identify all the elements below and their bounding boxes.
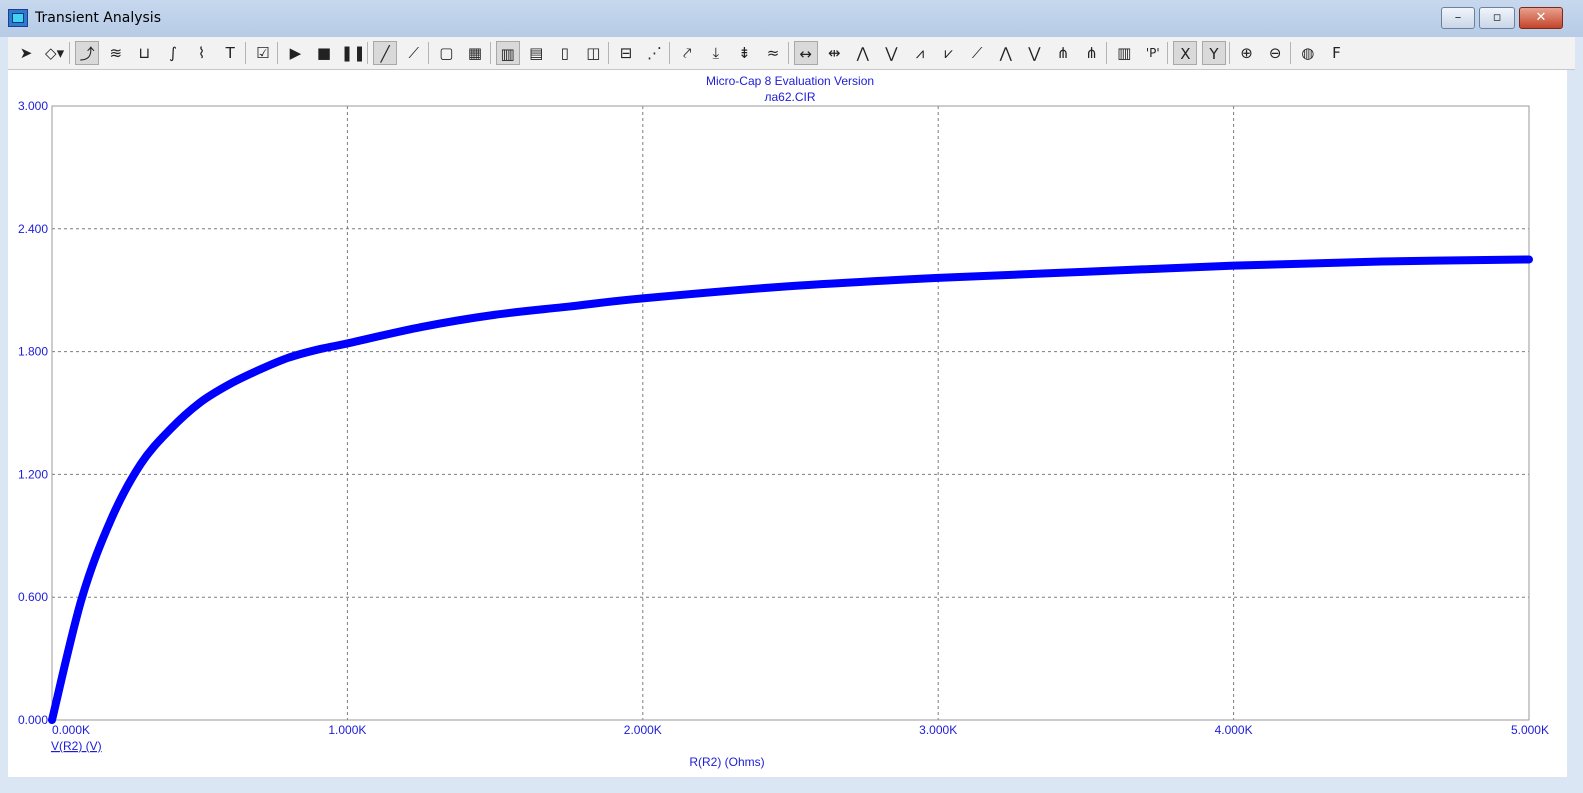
y-tick-label: 2.400 bbox=[18, 222, 48, 236]
toolbar-separator bbox=[1289, 42, 1291, 64]
table-icon[interactable]: ▥ bbox=[1112, 41, 1136, 65]
x-axis-title: R(R2) (Ohms) bbox=[689, 755, 764, 769]
text-icon[interactable]: T bbox=[218, 41, 242, 65]
trace-label[interactable]: V(R2) (V) bbox=[51, 739, 102, 753]
peak-right-icon[interactable]: ⇹ bbox=[822, 41, 846, 65]
scatter-icon[interactable]: ⋰ bbox=[643, 41, 667, 65]
close-button[interactable]: ✕ bbox=[1519, 7, 1563, 29]
y-axis-icon[interactable]: Y bbox=[1202, 41, 1226, 65]
x-tick-label: 4.000K bbox=[1215, 723, 1253, 737]
trace-v-r2[interactable] bbox=[48, 255, 1533, 724]
y-tick-label: 1.800 bbox=[18, 345, 48, 359]
plot-area[interactable]: Micro-Cap 8 Evaluation Version ла62.CIR … bbox=[8, 70, 1567, 777]
vgrid-icon[interactable]: ▥ bbox=[495, 41, 520, 65]
select-arrow-icon[interactable]: ➤ bbox=[14, 41, 38, 65]
stop-icon[interactable]: ■ bbox=[312, 41, 336, 65]
scale-icon[interactable]: ⤴ bbox=[75, 41, 100, 65]
component-dropdown-icon[interactable]: ◇▾ bbox=[43, 41, 67, 65]
properties-icon[interactable]: ☑ bbox=[251, 41, 275, 65]
grid-lines bbox=[52, 106, 1529, 720]
valley-icon[interactable]: ⋁ bbox=[879, 41, 903, 65]
zoom-in-icon[interactable]: ⊕ bbox=[1235, 41, 1259, 65]
toolbar-separator bbox=[489, 42, 491, 64]
header-eval-text: Micro-Cap 8 Evaluation Version bbox=[706, 74, 874, 88]
toolbar-separator bbox=[69, 42, 71, 64]
minor-grid-icon[interactable]: ▯ bbox=[553, 41, 577, 65]
y-tick-label: 3.000 bbox=[18, 99, 48, 113]
x-tick-label: 3.000K bbox=[919, 723, 957, 737]
minimize-button[interactable]: – bbox=[1441, 7, 1475, 29]
restore-button[interactable]: ▫ bbox=[1479, 7, 1515, 29]
step-icon[interactable]: ⌇ bbox=[190, 41, 214, 65]
toolbar-separator bbox=[787, 42, 789, 64]
chart-svg[interactable]: Micro-Cap 8 Evaluation Version ла62.CIR … bbox=[8, 70, 1567, 777]
low-icon[interactable]: ⩗ bbox=[937, 41, 961, 65]
hsplit-icon[interactable]: ⊟ bbox=[614, 41, 638, 65]
slope-icon[interactable]: ⟋ bbox=[965, 41, 989, 65]
transient-analysis-window: Transient Analysis – ▫ ✕ ➤ ◇▾ ⤴ ≋ ⊔ ∫ ⌇ T ☑ ▶ ■ ❚❚ ╱… bbox=[0, 0, 1583, 793]
app-icon bbox=[8, 9, 28, 27]
title-bar[interactable]: Transient Analysis – ▫ ✕ bbox=[0, 0, 1583, 37]
split-icon[interactable]: ◫ bbox=[581, 41, 605, 65]
toolbar-separator bbox=[1106, 42, 1108, 64]
line-dots-icon[interactable]: ⟋ bbox=[402, 41, 426, 65]
toolbar-separator bbox=[669, 42, 671, 64]
zoom-out-icon[interactable]: ⊖ bbox=[1263, 41, 1287, 65]
inflection-icon[interactable]: ⋔ bbox=[1051, 41, 1075, 65]
x-tick-label: 1.000K bbox=[328, 723, 366, 737]
global-high-icon[interactable]: ⋀ bbox=[994, 41, 1018, 65]
peak-left-icon[interactable]: ↔ bbox=[793, 41, 818, 65]
hgrid-icon[interactable]: ▤ bbox=[524, 41, 548, 65]
y-tick-label: 0.000 bbox=[18, 713, 48, 727]
global-low-icon[interactable]: ⋁ bbox=[1022, 41, 1046, 65]
run-icon[interactable]: ▶ bbox=[283, 41, 307, 65]
high-icon[interactable]: ⩘ bbox=[908, 41, 932, 65]
toolbar-separator bbox=[1228, 42, 1230, 64]
window-title: Transient Analysis bbox=[35, 10, 161, 26]
point-label-icon[interactable]: 'P' bbox=[1141, 41, 1165, 65]
x-tick-label: 2.000K bbox=[624, 723, 662, 737]
toolbar-separator bbox=[244, 42, 246, 64]
x-axis-icon[interactable]: X bbox=[1173, 41, 1198, 65]
plot-frame bbox=[51, 105, 1530, 721]
toolbar-separator bbox=[277, 42, 279, 64]
x-tick-labels: 0.000K 1.000K 2.000K 3.000K 4.000K 5.000K bbox=[52, 723, 1549, 737]
cursor-down-icon[interactable]: ⤓ bbox=[704, 41, 728, 65]
x-tick-label: 0.000K bbox=[52, 723, 90, 737]
pause-icon[interactable]: ❚❚ bbox=[341, 41, 366, 65]
color-icon[interactable]: ◍ bbox=[1296, 41, 1320, 65]
cursor-both-icon[interactable]: ⇟ bbox=[732, 41, 756, 65]
toolbar-separator bbox=[1167, 42, 1169, 64]
cursor-wave-icon[interactable]: ≈ bbox=[761, 41, 785, 65]
fit-icon[interactable]: ∫ bbox=[161, 41, 185, 65]
y-tick-labels: 0.000 0.600 1.200 1.800 2.400 3.000 bbox=[18, 99, 48, 727]
toolbar-separator bbox=[608, 42, 609, 64]
cursor-left-icon[interactable]: ⤤ bbox=[675, 41, 699, 65]
peak-icon[interactable]: ⋀ bbox=[851, 41, 875, 65]
toolbar-separator bbox=[428, 42, 430, 64]
grid-icon[interactable]: ▦ bbox=[463, 41, 487, 65]
font-icon[interactable]: F bbox=[1324, 41, 1348, 65]
bracket-icon[interactable]: ⊔ bbox=[132, 41, 156, 65]
toolbar: ➤ ◇▾ ⤴ ≋ ⊔ ∫ ⌇ T ☑ ▶ ■ ❚❚ ╱ ⟋ ▢ ▦ ▥ ▤ ▯ ◫ ⊟ ⋰ ⤤ ⤓ ⇟ ≈ ↔ ⇹ ⋀ ⋁ ⩘ ⩗ ⟋ ⋀ ⋁ ⋔ ⋔ ▥… bbox=[8, 37, 1575, 70]
mark-icon[interactable]: ⋔ bbox=[1080, 41, 1104, 65]
line-icon[interactable]: ╱ bbox=[373, 41, 398, 65]
toolbar-separator bbox=[367, 42, 369, 64]
y-tick-label: 0.600 bbox=[18, 590, 48, 604]
x-tick-label: 5.000K bbox=[1511, 723, 1549, 737]
y-tick-label: 1.200 bbox=[18, 467, 48, 481]
header-file-text: ла62.CIR bbox=[764, 90, 815, 104]
frame-icon[interactable]: ▢ bbox=[434, 41, 458, 65]
wave-icon[interactable]: ≋ bbox=[104, 41, 128, 65]
